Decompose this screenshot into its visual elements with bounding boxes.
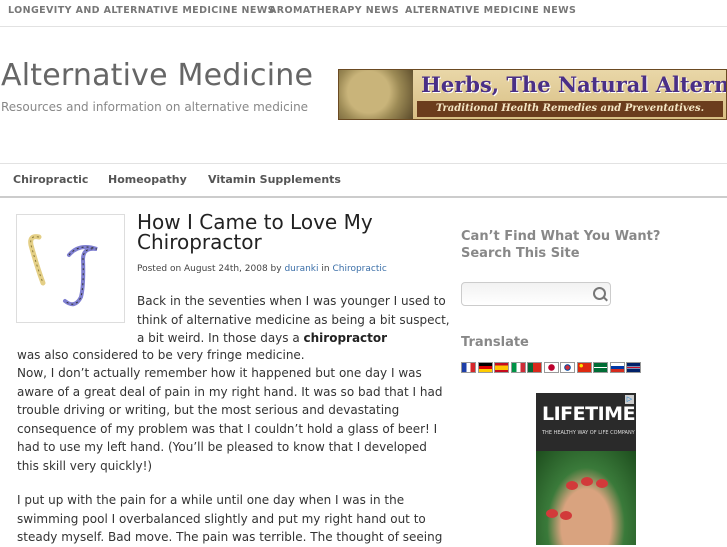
chiropractor-keyword: chiropractor: [303, 331, 388, 345]
uk-flag-icon[interactable]: [626, 362, 641, 373]
lifetime-ad[interactable]: LIFETIME THE HEALTHY WAY OF LIFE COMPANY…: [536, 393, 636, 545]
herbs-image: [339, 70, 413, 119]
post-meta-in: in: [318, 264, 333, 274]
banner-title: Herbs, The Natural Alternative: [421, 72, 726, 97]
ad-subtitle: THE HEALTHY WAY OF LIFE COMPANY: [542, 430, 635, 436]
translate-flags: [461, 362, 651, 374]
post-p1-start: Back in the seventies when I was younger…: [137, 294, 450, 345]
post-title[interactable]: How I Came to Love My Chiropractor: [137, 212, 437, 252]
spain-flag-icon[interactable]: [494, 362, 509, 373]
nav-item-chiropractic[interactable]: Chiropractic: [13, 173, 88, 186]
search-input[interactable]: [461, 282, 611, 306]
translate-heading: Translate: [461, 335, 529, 350]
site-title[interactable]: Alternative Medicine: [1, 58, 313, 93]
nav-item-vitamin-supplements[interactable]: Vitamin Supplements: [208, 173, 341, 186]
korea-flag-icon[interactable]: [560, 362, 575, 373]
spine-illustration-icon: [28, 234, 98, 307]
post-paragraph-1-end: was also considered to be very fringe me…: [17, 348, 305, 362]
post-date: Posted on August 24th, 2008 by: [137, 264, 285, 274]
japan-flag-icon[interactable]: [543, 362, 559, 373]
search-icon[interactable]: [593, 287, 606, 300]
post-paragraph-2: Now, I don’t actually remember how it ha…: [17, 366, 443, 473]
top-nav-longevity-news[interactable]: LONGEVITY AND ALTERNATIVE MEDICINE NEWS: [8, 5, 275, 16]
italy-flag-icon[interactable]: [510, 362, 526, 373]
author-link[interactable]: duranki: [284, 264, 318, 274]
search-heading: Can’t Find What You Want? Search This Si…: [461, 229, 661, 261]
ad-feet-image: [536, 451, 636, 545]
category-link[interactable]: Chiropractic: [332, 264, 386, 274]
post-paragraph-1: Back in the seventies when I was younger…: [137, 292, 450, 348]
post-paragraph-3: I put up with the pain for a while until…: [17, 493, 443, 544]
main-nav: Chiropractic Homeopathy Vitamin Suppleme…: [0, 163, 727, 198]
site-description: Resources and information on alternative…: [1, 100, 309, 114]
post-thumbnail: [16, 214, 125, 323]
russia-flag-icon[interactable]: [609, 362, 625, 373]
herbs-banner-ad[interactable]: Herbs, The Natural Alternative Tradition…: [338, 69, 727, 120]
nav-item-homeopathy[interactable]: Homeopathy: [108, 173, 187, 186]
saudi-flag-icon[interactable]: [593, 362, 608, 373]
china-flag-icon[interactable]: [576, 362, 592, 373]
post-meta: Posted on August 24th, 2008 by duranki i…: [137, 264, 387, 274]
france-flag-icon[interactable]: [461, 362, 476, 373]
portugal-flag-icon[interactable]: [527, 362, 542, 373]
top-nav-alternative-medicine-news[interactable]: ALTERNATIVE MEDICINE NEWS: [405, 5, 576, 16]
germany-flag-icon[interactable]: [477, 362, 493, 373]
banner-subtitle: Traditional Health Remedies and Preventa…: [417, 101, 723, 117]
top-nav: LONGEVITY AND ALTERNATIVE MEDICINE NEWS …: [0, 0, 727, 27]
ad-title: LIFETIME: [542, 403, 636, 425]
top-nav-aromatherapy-news[interactable]: AROMATHERAPY NEWS: [269, 5, 399, 16]
ad-choices-icon[interactable]: ▷: [625, 395, 634, 404]
